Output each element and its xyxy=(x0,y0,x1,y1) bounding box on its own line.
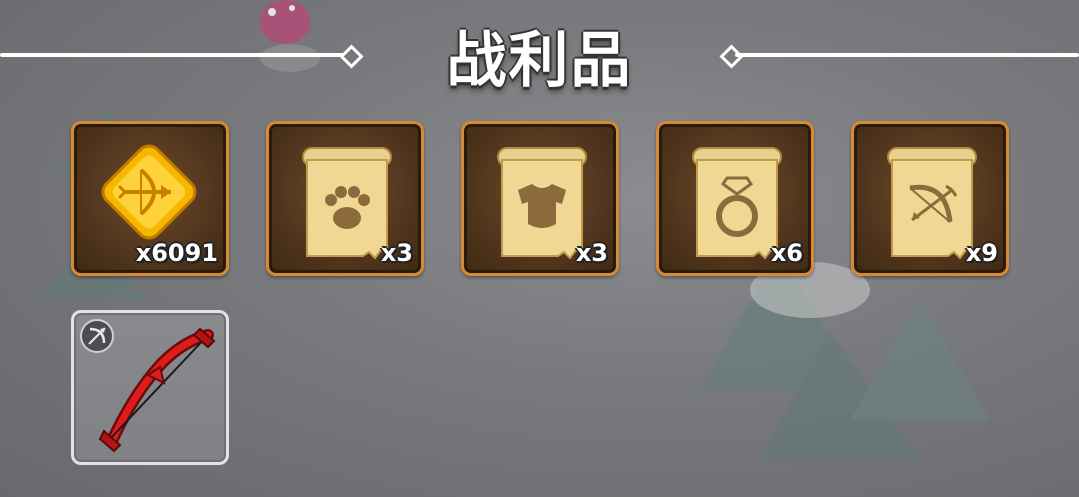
reward-slot-pet-scroll[interactable]: x3 xyxy=(266,121,424,276)
reward-slot-ring-scroll[interactable]: x6 xyxy=(656,121,814,276)
reward-slot-armor-scroll[interactable]: x3 xyxy=(461,121,619,276)
reward-quantity: x9 xyxy=(965,239,998,267)
reward-quantity: x3 xyxy=(380,239,413,267)
reward-quantity: x6 xyxy=(770,239,803,267)
reward-quantity: x3 xyxy=(575,239,608,267)
title-banner: 战利品 xyxy=(0,0,1079,110)
equipment-slot-red-bow[interactable] xyxy=(71,310,229,465)
loot-screen: { "title": "战利品", "rewards": [ {"name": … xyxy=(0,0,1079,497)
reward-slot-bow-scroll[interactable]: x9 xyxy=(851,121,1009,276)
reward-slot-gold[interactable]: x6091 xyxy=(71,121,229,276)
title-divider-right xyxy=(735,53,1079,57)
bow-type-icon xyxy=(80,319,114,353)
reward-quantity: x6091 xyxy=(135,239,218,267)
